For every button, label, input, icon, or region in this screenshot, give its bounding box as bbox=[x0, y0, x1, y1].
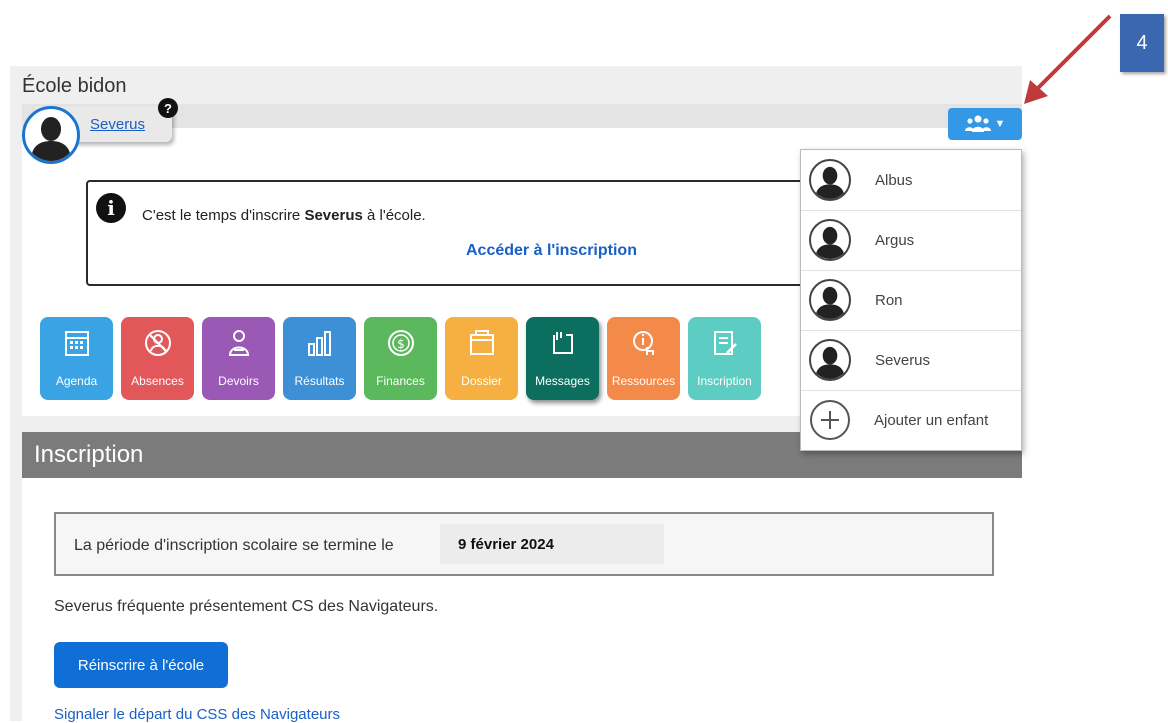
child-item-severus[interactable]: Severus bbox=[801, 330, 1021, 391]
person-silhouette-icon bbox=[815, 346, 845, 379]
period-end-date: 9 février 2024 bbox=[440, 524, 664, 564]
school-name: École bidon bbox=[22, 75, 127, 97]
person-silhouette-icon bbox=[815, 226, 845, 259]
notice-text: C'est le temps d'inscrire Severus à l'éc… bbox=[142, 207, 426, 224]
tile-label: Agenda bbox=[55, 374, 98, 388]
current-user-link[interactable]: Severus bbox=[90, 116, 145, 133]
tile-label: Devoirs bbox=[218, 374, 259, 388]
child-name: Argus bbox=[875, 231, 915, 249]
person-silhouette-icon bbox=[815, 166, 845, 199]
report-departure-link[interactable]: Signaler le départ du CSS des Navigateur… bbox=[54, 706, 340, 723]
tile-label: Dossier bbox=[461, 374, 502, 388]
message-icon bbox=[552, 332, 573, 354]
tile-ressources[interactable]: Ressources bbox=[607, 317, 680, 400]
avatar bbox=[809, 279, 851, 321]
add-child-item[interactable]: Ajouter un enfant bbox=[801, 390, 1021, 450]
children-dropdown: Albus Argus Ron Severus Ajouter un enfan… bbox=[800, 149, 1022, 451]
step-number-badge: 4 bbox=[1120, 14, 1164, 72]
period-label: La période d'inscription scolaire se ter… bbox=[74, 537, 394, 554]
registration-icon bbox=[713, 331, 737, 355]
tile-finances[interactable]: $ Finances bbox=[364, 317, 437, 400]
annotation-arrow bbox=[1024, 14, 1112, 104]
tile-label: Messages bbox=[535, 374, 590, 388]
help-icon[interactable]: ? bbox=[158, 98, 178, 118]
person-silhouette-icon bbox=[31, 117, 71, 161]
tile-dossier[interactable]: Dossier bbox=[445, 317, 518, 400]
tile-agenda[interactable]: Agenda bbox=[40, 317, 113, 400]
person-silhouette-icon bbox=[815, 286, 845, 319]
reenroll-button[interactable]: Réinscrire à l'école bbox=[54, 642, 228, 688]
tile-resultats[interactable]: Résultats bbox=[283, 317, 356, 400]
add-child-label: Ajouter un enfant bbox=[874, 411, 989, 429]
tile-inscription[interactable]: Inscription bbox=[688, 317, 761, 400]
folder-icon bbox=[469, 330, 494, 355]
resources-icon bbox=[632, 331, 654, 355]
module-tiles: Agenda Absences Devoirs Résultats $ Fina… bbox=[40, 317, 761, 400]
tile-label: Inscription bbox=[697, 374, 752, 388]
tile-messages[interactable]: Messages bbox=[526, 317, 599, 400]
avatar bbox=[809, 159, 851, 201]
attending-school-text: Severus fréquente présentement CS des Na… bbox=[54, 598, 439, 615]
user-avatar[interactable] bbox=[22, 106, 80, 164]
tile-label: Résultats bbox=[294, 374, 345, 388]
avatar bbox=[809, 339, 851, 381]
bar-chart-icon bbox=[307, 331, 331, 356]
child-item-argus[interactable]: Argus bbox=[801, 210, 1021, 271]
avatar bbox=[809, 219, 851, 261]
tile-label: Ressources bbox=[611, 374, 676, 388]
child-item-ron[interactable]: Ron bbox=[801, 270, 1021, 331]
tile-devoirs[interactable]: Devoirs bbox=[202, 317, 275, 400]
child-item-albus[interactable]: Albus bbox=[801, 150, 1021, 211]
absence-icon bbox=[144, 330, 171, 356]
group-icon bbox=[964, 115, 991, 132]
chevron-down-icon: ▼ bbox=[994, 118, 1006, 130]
child-name: Albus bbox=[875, 171, 913, 189]
tile-label: Finances bbox=[376, 374, 425, 388]
tile-absences[interactable]: Absences bbox=[121, 317, 194, 400]
info-icon: i bbox=[96, 193, 126, 223]
calendar-icon bbox=[64, 331, 89, 356]
homework-icon bbox=[228, 330, 249, 356]
svg-text:$: $ bbox=[397, 337, 405, 351]
children-menu-button[interactable]: ▼ bbox=[948, 108, 1022, 140]
plus-icon bbox=[810, 400, 850, 440]
notice-child-name: Severus bbox=[304, 207, 363, 224]
tile-label: Absences bbox=[131, 374, 184, 388]
registration-notice bbox=[86, 180, 806, 286]
access-registration-link[interactable]: Accéder à l'inscription bbox=[466, 242, 637, 260]
dollar-icon: $ bbox=[387, 330, 414, 356]
child-name: Ron bbox=[875, 291, 903, 309]
child-name: Severus bbox=[875, 351, 931, 369]
